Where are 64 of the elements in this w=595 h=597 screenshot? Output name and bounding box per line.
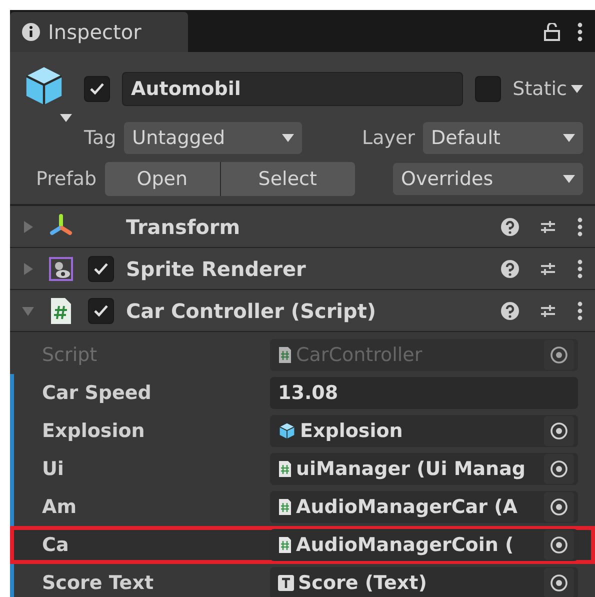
overrides-dropdown[interactable]: Overrides	[393, 163, 583, 195]
component-title: Car Controller (Script)	[126, 298, 376, 324]
object-field[interactable]: Explosion	[270, 415, 578, 447]
caret-icon	[60, 114, 72, 122]
property-label: Car Speed	[41, 380, 152, 406]
checkbox[interactable]	[84, 76, 110, 102]
target-icon[interactable]	[544, 454, 574, 484]
tab-title: Inspector	[48, 19, 142, 46]
property-label: Score Text	[41, 570, 155, 596]
caret-icon	[563, 175, 575, 183]
property-label: Explosion	[41, 418, 146, 444]
open-button[interactable]: Open	[104, 162, 221, 196]
checkmark-icon	[93, 262, 109, 276]
more-options-icon[interactable]	[577, 22, 583, 42]
object-field[interactable]: AudioManagerCar (A	[270, 491, 578, 523]
layer-dropdown[interactable]: Default	[423, 122, 583, 154]
checkbox[interactable]	[88, 256, 114, 282]
component-header[interactable]: Transform	[10, 206, 595, 248]
checkmark-icon	[89, 82, 105, 96]
object-field[interactable]: Score (Text)	[270, 567, 578, 597]
name-field[interactable]: Automobil	[122, 72, 463, 106]
lock-icon[interactable]	[543, 23, 561, 41]
property-label: Am	[41, 494, 78, 520]
caret-icon	[571, 85, 583, 93]
static-dropdown[interactable]: Static	[512, 74, 583, 104]
text-component-icon	[278, 575, 294, 591]
number-field[interactable]: 13.08	[270, 377, 578, 409]
target-icon[interactable]	[544, 492, 574, 522]
object-field[interactable]: uiManager (Ui Manag	[270, 453, 578, 485]
tag-dropdown[interactable]: Untagged	[124, 122, 302, 154]
tag-label: Tag	[84, 126, 116, 151]
prefab-label: Prefab	[35, 166, 97, 192]
inspector-tab[interactable]: Inspector	[10, 12, 188, 52]
script-file-icon	[278, 346, 292, 364]
help-icon[interactable]	[501, 260, 519, 278]
target-icon[interactable]	[544, 416, 574, 446]
property-label: Ui	[41, 456, 65, 482]
script-file-icon	[49, 296, 73, 324]
object-field[interactable]: AudioManagerCoin (	[270, 529, 578, 561]
more-options-icon[interactable]	[577, 300, 583, 320]
script-file-icon	[278, 536, 292, 554]
more-options-icon[interactable]	[577, 258, 583, 278]
help-icon[interactable]	[501, 302, 519, 320]
help-icon[interactable]	[501, 218, 519, 236]
checkbox[interactable]	[474, 76, 501, 102]
component-title: Sprite Renderer	[126, 256, 306, 282]
layer-label: Layer	[362, 126, 415, 151]
script-file-icon	[278, 498, 292, 516]
cube-icon	[278, 422, 296, 440]
component-title: Transform	[126, 214, 240, 240]
sprite-icon	[47, 254, 75, 282]
checkmark-icon	[93, 304, 109, 318]
target-icon[interactable]	[544, 568, 574, 597]
component-header[interactable]: Car Controller (Script)	[10, 290, 595, 332]
info-icon	[22, 23, 40, 41]
select-button[interactable]: Select	[220, 162, 355, 196]
more-options-icon[interactable]	[577, 216, 583, 236]
caret-icon	[563, 134, 575, 142]
caret-icon	[282, 134, 294, 142]
target-icon[interactable]	[544, 530, 574, 560]
script-file-icon	[278, 460, 292, 478]
property-label: Ca	[41, 532, 70, 558]
checkbox[interactable]	[88, 298, 114, 324]
component-header[interactable]: Sprite Renderer	[10, 248, 595, 290]
